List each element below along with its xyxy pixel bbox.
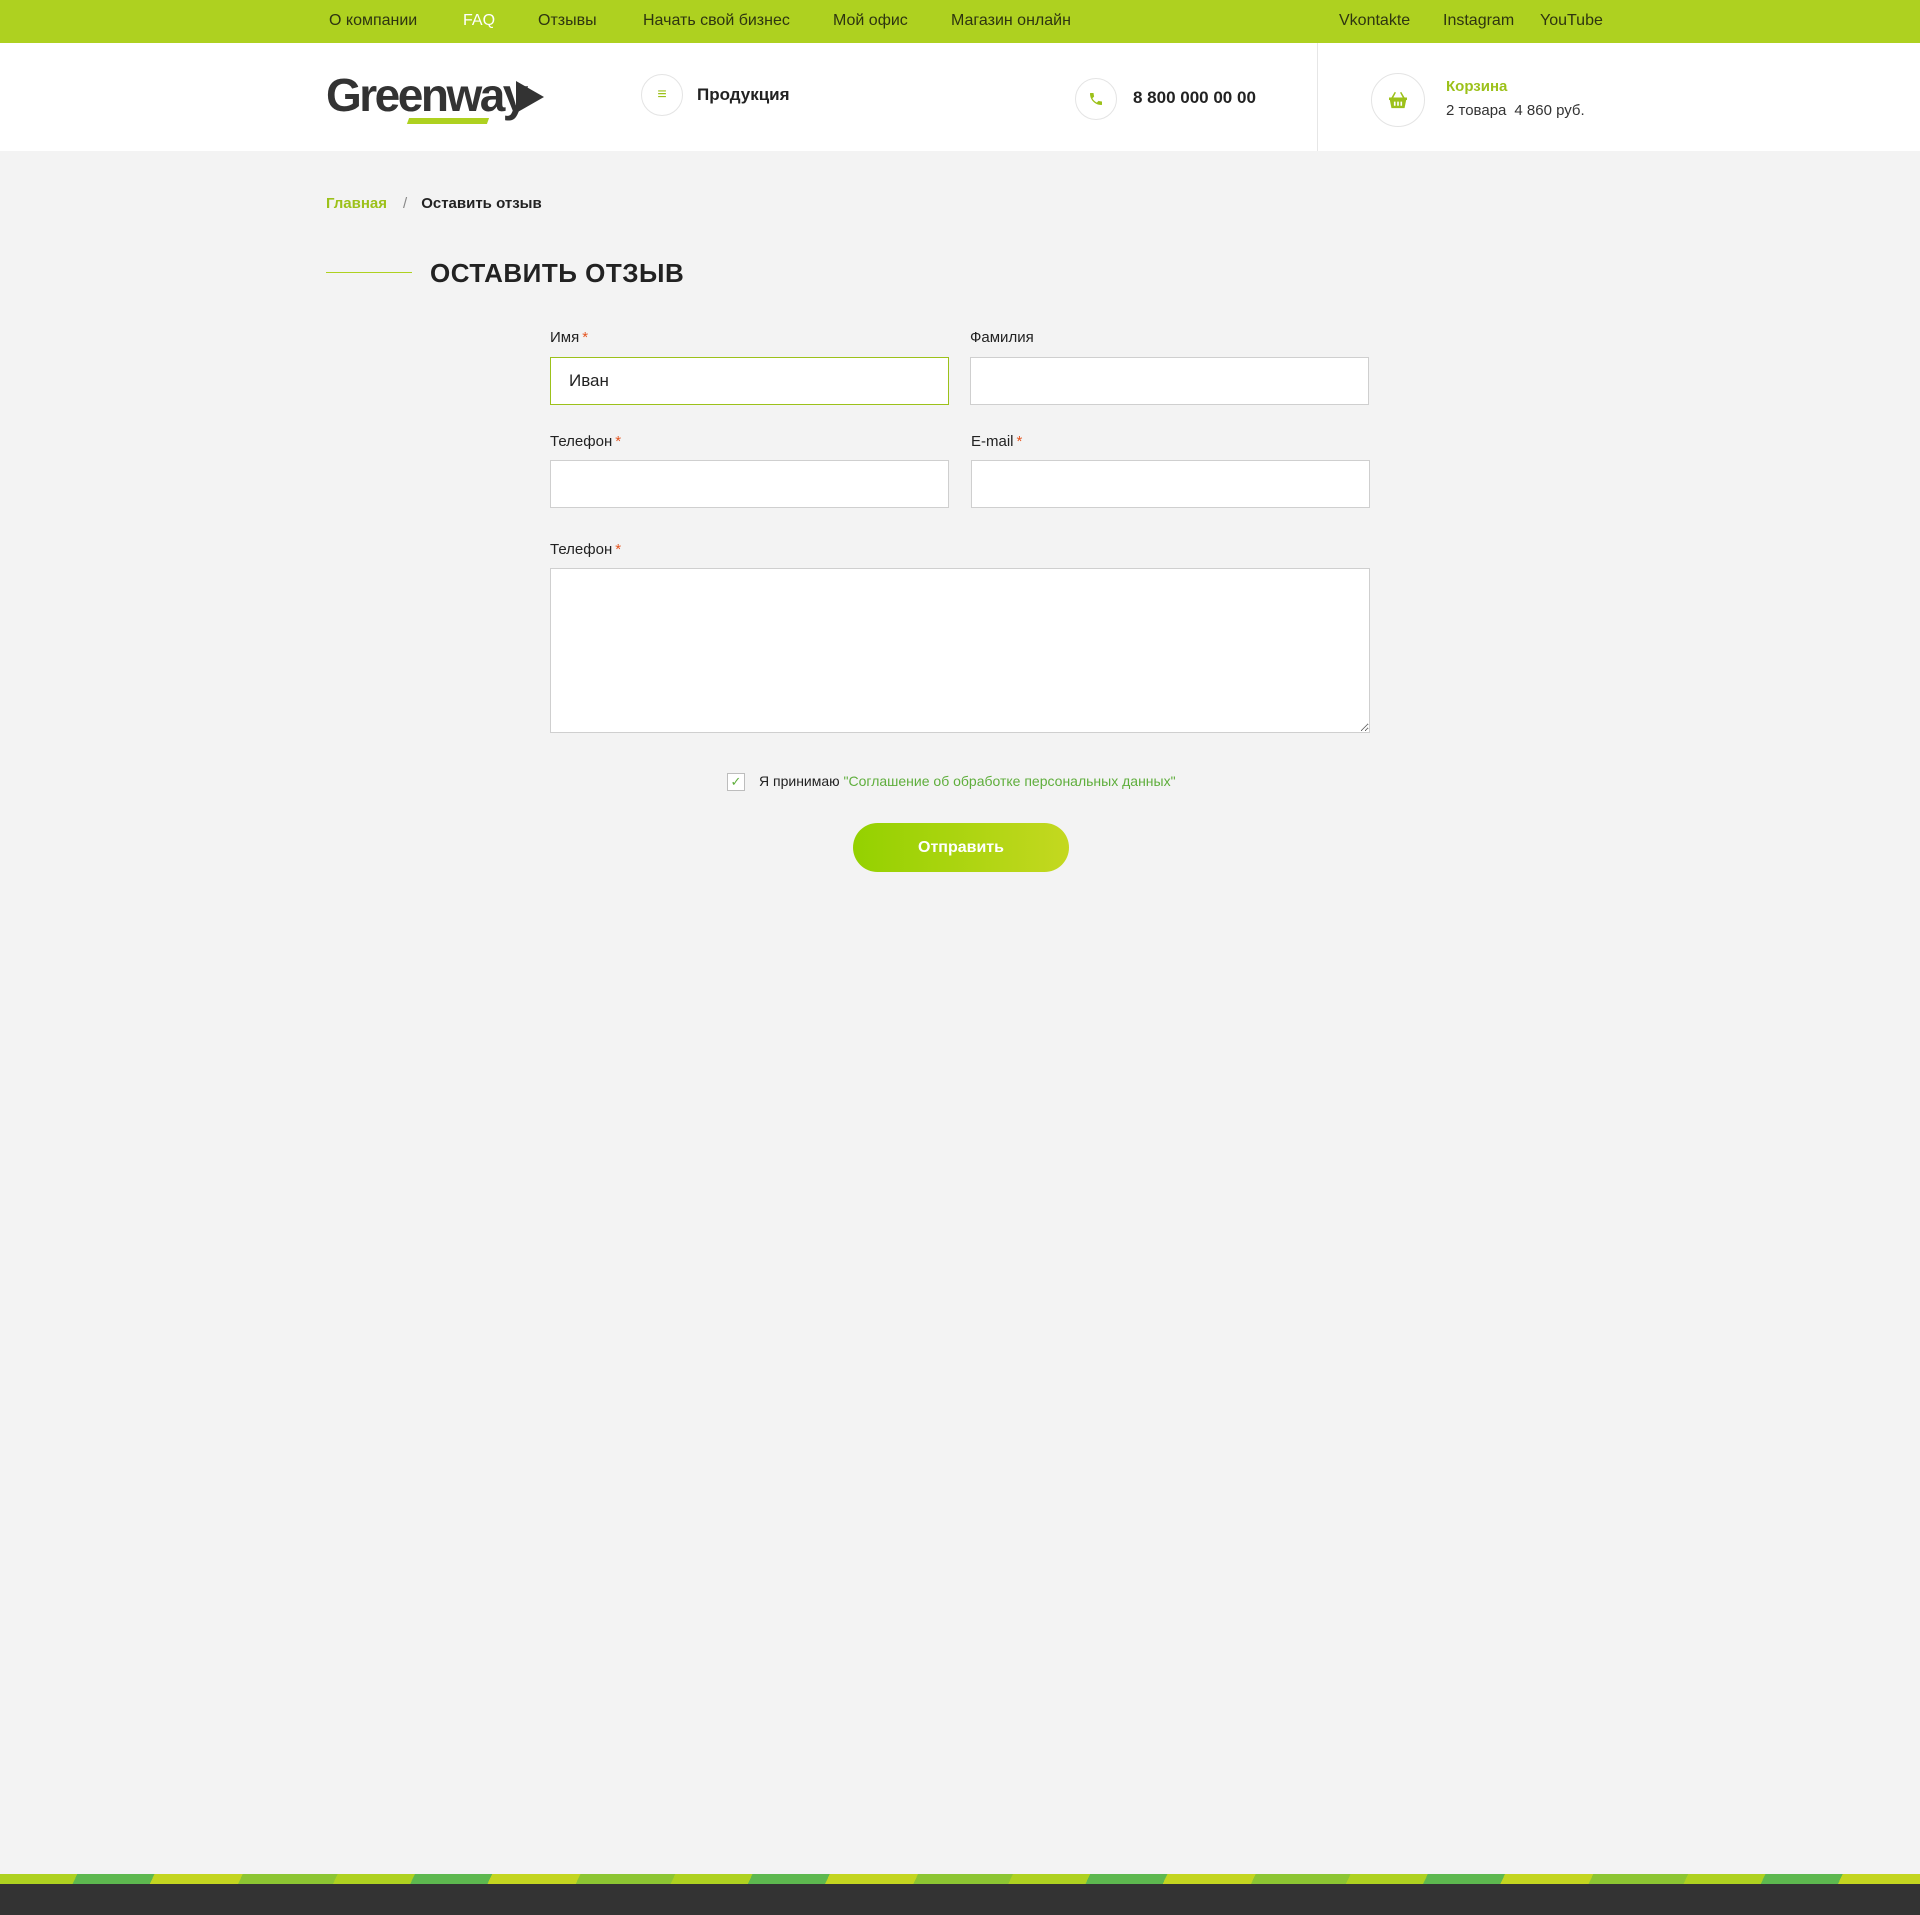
consent-text: Я принимаю "Соглашение об обработке перс…: [759, 773, 1176, 789]
logo-wordmark: Greenway: [326, 69, 528, 121]
topnav-item-reviews[interactable]: Отзывы: [538, 0, 597, 43]
phone-icon[interactable]: [1075, 78, 1117, 120]
required-marker: *: [582, 329, 589, 346]
topnav-item-faq[interactable]: FAQ: [463, 0, 495, 43]
cart-link[interactable]: Корзина: [1446, 78, 1507, 95]
phone-input[interactable]: [550, 460, 949, 508]
first-name-input[interactable]: [550, 357, 949, 405]
title-decoration-line: [326, 272, 412, 273]
breadcrumb-home-link[interactable]: Главная: [326, 195, 387, 212]
breadcrumb-separator: /: [403, 195, 408, 212]
page-title: ОСТАВИТЬ ОТЗЫВ: [430, 258, 685, 288]
menu-icon[interactable]: ≡: [641, 74, 683, 116]
logo-ribbon: [406, 118, 490, 124]
check-icon: ✓: [730, 774, 742, 789]
topnav-item-online-shop[interactable]: Магазин онлайн: [951, 0, 1071, 43]
breadcrumb-current: Оставить отзыв: [421, 195, 542, 212]
required-marker: *: [615, 541, 622, 558]
submit-button[interactable]: Отправить: [853, 823, 1069, 872]
cart-item-count: 2 товара: [1446, 102, 1507, 119]
site-footer: [0, 1884, 1920, 1915]
social-link-youtube[interactable]: YouTube: [1540, 0, 1603, 43]
required-marker: *: [615, 433, 622, 450]
email-input[interactable]: [971, 460, 1370, 508]
message-label-text: Телефон: [550, 541, 613, 558]
consent-checkbox[interactable]: ✓: [727, 773, 745, 791]
consent-text-label: Я принимаю: [759, 773, 840, 789]
products-menu-link[interactable]: Продукция: [697, 85, 790, 105]
last-name-label: Фамилия: [970, 329, 1034, 346]
email-label-text: E-mail: [971, 433, 1014, 450]
social-link-vkontakte[interactable]: Vkontakte: [1339, 0, 1410, 43]
header-phone-number[interactable]: 8 800 000 00 00: [1133, 88, 1256, 108]
last-name-input[interactable]: [970, 357, 1369, 405]
message-textarea[interactable]: [550, 568, 1370, 733]
phone-label: Телефон *: [550, 433, 621, 450]
required-marker: *: [1016, 433, 1023, 450]
basket-icon[interactable]: [1371, 73, 1425, 127]
first-name-label: Имя *: [550, 329, 588, 346]
logo-play-icon: [516, 81, 544, 113]
email-label: E-mail *: [971, 433, 1022, 450]
message-label: Телефон *: [550, 541, 621, 558]
site-header: Greenway ≡ Продукция 8 800 000 00 00 Кор…: [0, 43, 1920, 151]
header-divider: [1317, 43, 1318, 151]
consent-agreement-link[interactable]: "Соглашение об обработке персональных да…: [844, 773, 1176, 789]
first-name-label-text: Имя: [550, 329, 580, 346]
topnav-item-my-office[interactable]: Мой офис: [833, 0, 908, 43]
phone-icon-glyph: [1090, 93, 1102, 105]
social-link-instagram[interactable]: Instagram: [1443, 0, 1514, 43]
top-navigation-bar: О компании FAQ Отзывы Начать свой бизнес…: [0, 0, 1920, 43]
basket-icon-glyph: [1389, 91, 1407, 109]
cart-summary: 2 товара 4 860 руб.: [1446, 102, 1593, 119]
breadcrumb: Главная / Оставить отзыв: [326, 195, 542, 212]
greenway-logo[interactable]: Greenway: [326, 69, 546, 124]
footer-stripe: [0, 1874, 1920, 1884]
topnav-item-about[interactable]: О компании: [329, 0, 417, 43]
phone-label-text: Телефон: [550, 433, 613, 450]
topnav-item-start-business[interactable]: Начать свой бизнес: [643, 0, 790, 43]
cart-total: 4 860 руб.: [1514, 102, 1585, 119]
